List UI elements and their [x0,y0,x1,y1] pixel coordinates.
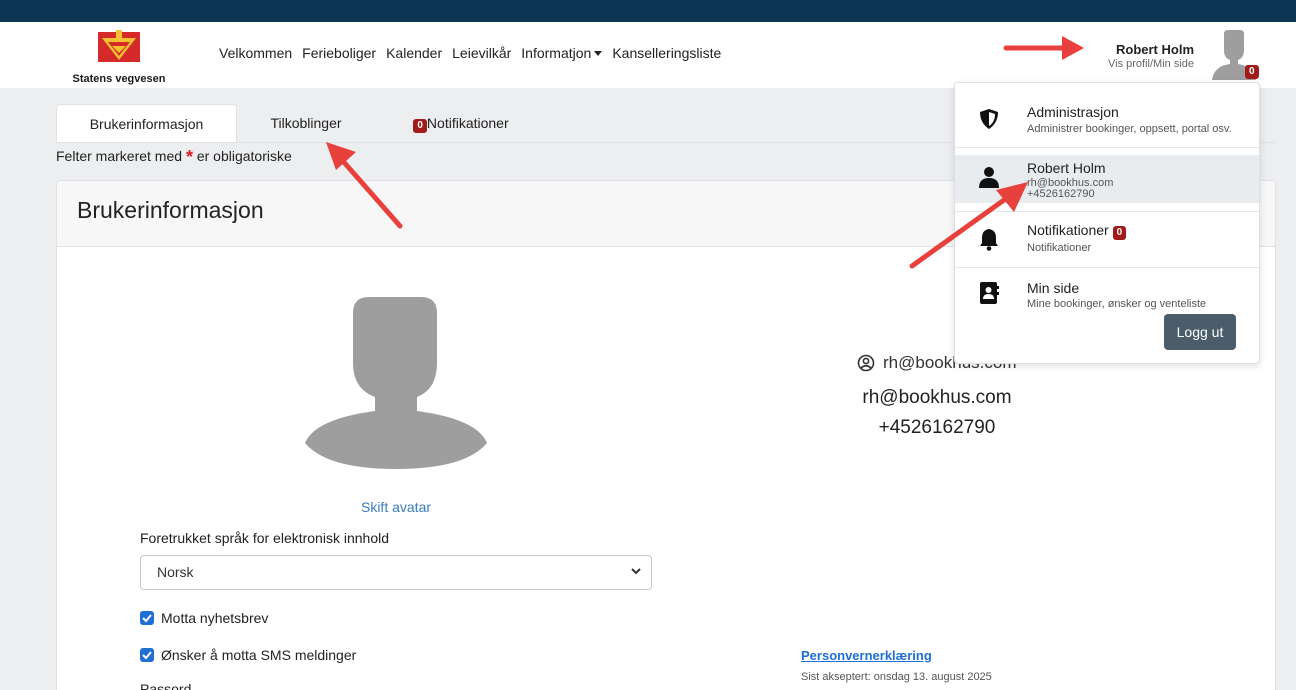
tab-notifikationer-label: Notifikationer [426,115,509,131]
menu-item-subtitle: Administrer bookinger, oppsett, portal o… [1027,123,1232,135]
sms-label: Ønsker å motta SMS meldinger [161,647,357,663]
required-note-post: er obligatoriske [196,148,292,164]
user-circle-icon [857,354,875,372]
tab-brukerinformasjon[interactable]: Brukerinformasjon [56,104,237,143]
notification-count-badge: 0 [1112,226,1127,240]
nav-item-leievilkar[interactable]: Leievilkår [452,45,511,61]
menu-item-subtitle: Mine bookinger, ønsker og venteliste [1027,298,1207,310]
nav-item-kanselleringsliste[interactable]: Kanselleringsliste [612,45,721,61]
menu-item-administrasjon[interactable]: Administrasjon Administrer bookinger, op… [955,93,1259,147]
menu-item-min-side[interactable]: Min side Mine bookinger, ønsker og vente… [955,273,1259,313]
nav-item-informatjon[interactable]: Informatjon [521,45,603,61]
nav-item-kalender[interactable]: Kalender [386,45,442,61]
top-bar [0,0,1296,22]
contact-email: rh@bookhus.com [862,387,1012,408]
tab-notification-badge: 0 [413,119,427,133]
required-note-pre: Felter markeret med [56,148,183,164]
sms-checkbox[interactable] [140,648,154,662]
navbar: Statens vegvesen Velkommen Ferieboliger … [0,22,1296,88]
annotation-arrow-icon [326,142,403,229]
shield-icon [980,109,998,129]
language-select[interactable]: Norsk [140,555,652,590]
change-avatar-link[interactable]: Skift avatar [305,499,487,515]
newsletter-label: Motta nyhetsbrev [161,610,269,626]
chevron-down-icon [631,568,641,575]
menu-item-phone: +4526162790 [1027,188,1095,200]
menu-item-subtitle: Notifikationer [1027,242,1092,254]
annotation-arrow-icon [909,182,1028,269]
privacy-accepted-date: Sist akseptert: onsdag 13. august 2025 [801,671,992,683]
required-note: Felter markeret med * er obligatoriske [56,147,292,168]
language-select-value: Norsk [157,564,194,580]
logo-text: Statens vegvesen [72,73,166,85]
newsletter-row: Motta nyhetsbrev [140,610,268,626]
user-notification-badge: 0 [1245,65,1259,79]
logout-button[interactable]: Logg ut [1164,314,1236,350]
menu-divider [955,147,1259,148]
newsletter-checkbox[interactable] [140,611,154,625]
logo-emblem-icon [98,30,140,62]
avatar-silhouette-icon [305,297,487,469]
nav-item-velkommen[interactable]: Velkommen [219,45,292,61]
contact-phone: +4526162790 [878,417,996,438]
nav-item-informatjon-label: Informatjon [521,45,592,61]
required-star: * [185,147,193,167]
nav-item-ferieboliger[interactable]: Ferieboliger [302,45,376,61]
privacy-link[interactable]: Personvernerklæring [801,648,932,663]
check-icon [142,614,152,623]
tab-notifikationer[interactable]: 0 Notifikationer [406,104,516,143]
check-icon [142,651,152,660]
menu-item-title: Min side [1027,280,1080,296]
menu-item-title: Robert Holm [1027,160,1106,176]
address-book-icon [980,282,999,304]
chevron-down-icon [594,51,603,56]
annotation-arrow-icon [1003,36,1084,60]
language-label: Foretrukket språk for elektronisk innhol… [140,530,389,546]
password-label: Passord [140,681,192,690]
profile-avatar [305,293,487,469]
logo[interactable]: Statens vegvesen [64,28,174,85]
sms-row: Ønsker å motta SMS meldinger [140,647,356,663]
card-title: Brukerinformasjon [77,197,264,223]
menu-item-title: Notifikationer [1027,222,1109,238]
menu-item-title-row: Notifikationer 0 [1027,222,1127,240]
main-nav: Velkommen Ferieboliger Kalender Leievilk… [219,45,721,61]
menu-item-title: Administrasjon [1027,104,1119,120]
